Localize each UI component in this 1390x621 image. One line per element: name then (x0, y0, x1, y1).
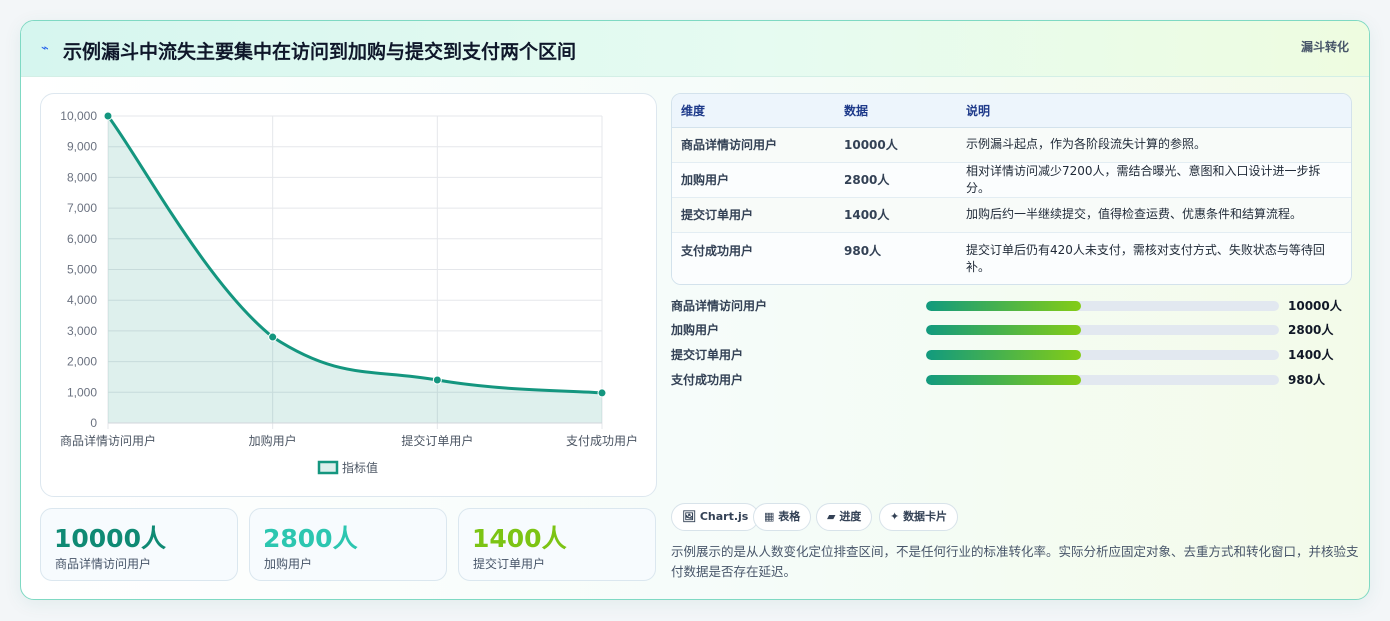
y-tick-label: 6,000 (67, 232, 97, 246)
progress-track (926, 301, 1279, 311)
chip-progress[interactable]: ▰ 进度 (816, 503, 873, 531)
image-icon: 🖼 (682, 510, 696, 523)
cell-dimension: 加购用户 (672, 162, 835, 198)
progress-row: 提交订单用户 1400人 (671, 346, 1361, 362)
table-row: 提交订单用户 1400人 加购后约一半继续提交，值得检查运费、优惠条件和结算流程… (672, 197, 1351, 233)
progress-label: 商品详情访问用户 (671, 299, 768, 313)
y-tick-label: 5,000 (67, 263, 97, 277)
cell-description: 相对详情访问减少7200人，需结合曝光、意图和入口设计进一步拆分。 (957, 162, 1351, 198)
kpi-value: 2800人 (263, 524, 358, 553)
data-table-panel: 维度 数据 说明 商品详情访问用户 10000人 示例漏斗起点，作为各阶段流失计… (671, 93, 1352, 285)
cell-dimension: 商品详情访问用户 (672, 127, 835, 163)
table-row: 支付成功用户 980人 提交订单后仍有420人未支付，需核对支付方式、失败状态与… (672, 232, 1351, 284)
page-title: 示例漏斗中流失主要集中在访问到加购与提交到支付两个区间 (63, 41, 577, 63)
progress-row: 商品详情访问用户 10000人 (671, 297, 1361, 313)
kpi-label: 加购用户 (264, 557, 313, 571)
x-tick-label: 支付成功用户 (566, 433, 638, 448)
funnel-card: ⌁ 示例漏斗中流失主要集中在访问到加购与提交到支付两个区间 漏斗转化 0 1,00… (20, 20, 1370, 600)
progress-fill (926, 375, 1082, 385)
cell-description: 加购后约一半继续提交，值得检查运费、优惠条件和结算流程。 (957, 197, 1351, 233)
y-tick-label: 2,000 (67, 355, 97, 369)
data-point (103, 111, 113, 121)
cell-dimension: 支付成功用户 (672, 232, 835, 284)
sparkle-icon: ✦ (890, 510, 900, 523)
kpi-value: 10000人 (54, 524, 166, 553)
chip-table[interactable]: ▦ 表格 (753, 503, 812, 531)
progress-value: 980人 (1288, 373, 1326, 387)
cell-value: 1400人 (835, 197, 957, 233)
cell-description: 提交订单后仍有420人未支付，需核对支付方式、失败状态与等待回补。 (957, 232, 1351, 284)
y-tick-label: 0 (90, 416, 97, 430)
progress-fill (926, 325, 1082, 335)
cell-value: 10000人 (835, 127, 957, 163)
cell-description: 示例漏斗起点，作为各阶段流失计算的参照。 (957, 127, 1351, 163)
x-tick-label: 商品详情访问用户 (60, 433, 156, 448)
column-header: 维度 (672, 94, 835, 128)
progress-fill (926, 301, 1082, 311)
cell-value: 980人 (835, 232, 957, 284)
table-row: 商品详情访问用户 10000人 示例漏斗起点，作为各阶段流失计算的参照。 (672, 127, 1351, 163)
progress-label: 支付成功用户 (671, 373, 744, 387)
data-table: 维度 数据 说明 商品详情访问用户 10000人 示例漏斗起点，作为各阶段流失计… (672, 94, 1351, 284)
progress-row: 加购用户 2800人 (671, 321, 1361, 337)
kpi-card: 2800人 加购用户 (249, 508, 447, 581)
data-point (268, 332, 278, 342)
kpi-label: 提交订单用户 (473, 557, 546, 571)
progress-value: 2800人 (1288, 323, 1334, 337)
progress-value: 1400人 (1288, 348, 1334, 362)
chip-label: 进度 (839, 510, 862, 523)
chip-chartjs[interactable]: 🖼 Chart.js (671, 503, 760, 531)
lightning-icon: ⌁ (41, 41, 49, 56)
cell-value: 2800人 (835, 162, 957, 198)
data-point (597, 388, 607, 398)
progress-track (926, 375, 1279, 385)
kpi-label: 商品详情访问用户 (55, 557, 152, 571)
chip-label: 表格 (778, 510, 801, 523)
y-tick-label: 1,000 (67, 385, 97, 399)
y-tick-label: 8,000 (67, 170, 97, 184)
progress-track (926, 350, 1279, 360)
line-chart: 0 1,000 2,000 3,000 4,000 5,000 6,000 7,000 8,00… (60, 109, 638, 475)
x-tick-label: 加购用户 (249, 433, 297, 448)
x-tick-label: 提交订单用户 (401, 433, 473, 448)
kpi-card: 10000人 商品详情访问用户 (40, 508, 238, 581)
kpi-card: 1400人 提交订单用户 (458, 508, 656, 581)
line-chart-panel: 0 1,000 2,000 3,000 4,000 5,000 6,000 7,000 8,00… (40, 93, 657, 497)
y-tick-label: 7,000 (67, 201, 97, 215)
progress-row: 支付成功用户 980人 (671, 371, 1361, 387)
column-header: 数据 (835, 94, 957, 128)
kpi-value: 1400人 (472, 524, 567, 553)
data-point (432, 375, 442, 385)
progress-label: 提交订单用户 (671, 348, 744, 362)
chip-data-cards[interactable]: ✦ 数据卡片 (879, 503, 959, 531)
table-header-row: 维度 数据 说明 (672, 94, 1351, 128)
column-header: 说明 (957, 94, 1351, 128)
progress-icon: ▰ (827, 510, 836, 523)
category-tag: 漏斗转化 (1300, 40, 1349, 54)
progress-track (926, 325, 1279, 335)
progress-fill (926, 350, 1082, 360)
y-tick-label: 3,000 (67, 324, 97, 338)
table-icon: ▦ (764, 510, 775, 523)
progress-label: 加购用户 (671, 323, 720, 337)
y-tick-label: 4,000 (67, 293, 97, 307)
card-header: ⌁ 示例漏斗中流失主要集中在访问到加购与提交到支付两个区间 漏斗转化 (21, 21, 1369, 77)
legend-swatch (317, 460, 339, 475)
y-tick-label: 10,000 (60, 109, 97, 123)
chip-label: 数据卡片 (903, 510, 948, 523)
table-row: 加购用户 2800人 相对详情访问减少7200人，需结合曝光、意图和入口设计进一… (672, 162, 1351, 198)
footnote: 示例展示的是从人数变化定位排查区间，不是任何行业的标准转化率。实际分析应固定对象… (671, 544, 1359, 579)
legend-label: 指标值 (342, 460, 378, 475)
y-tick-label: 9,000 (67, 140, 97, 154)
progress-value: 10000人 (1288, 299, 1342, 313)
chip-label: Chart.js (699, 510, 749, 523)
cell-dimension: 提交订单用户 (672, 197, 835, 233)
